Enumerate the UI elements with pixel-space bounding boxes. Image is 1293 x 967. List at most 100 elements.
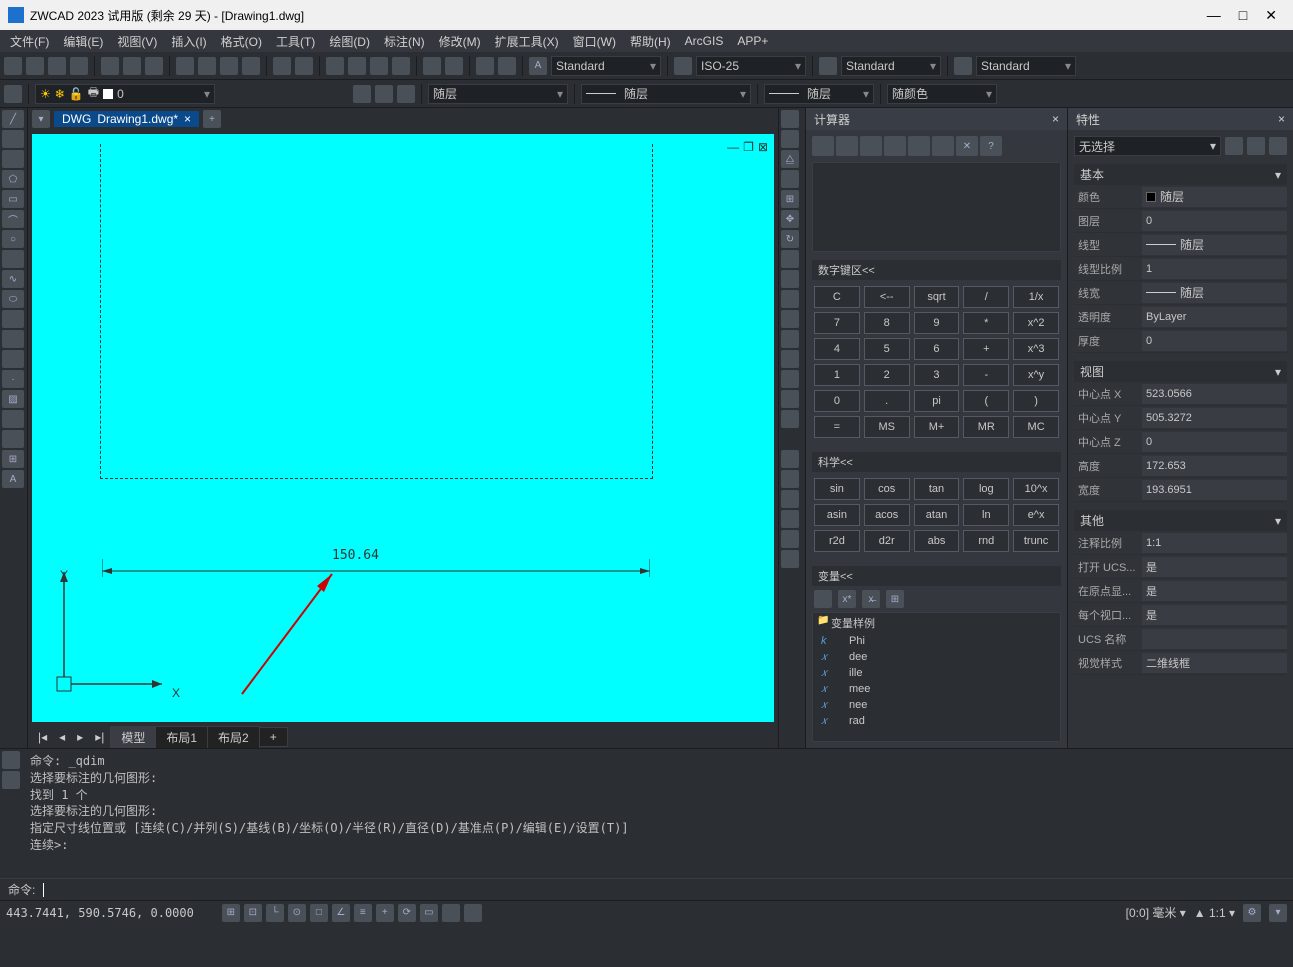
calc-key-sqrt[interactable]: sqrt — [914, 286, 960, 308]
var-item-dee[interactable]: dee — [813, 649, 1060, 665]
tool-palette-icon[interactable] — [476, 57, 494, 75]
cmd-history-icon[interactable] — [2, 751, 20, 769]
block-tool5-icon[interactable] — [781, 550, 799, 568]
preview-icon[interactable] — [123, 57, 141, 75]
break-icon[interactable] — [781, 330, 799, 348]
minimize-button[interactable]: — — [1207, 7, 1221, 24]
prop-ltscale[interactable]: 1 — [1142, 259, 1287, 279]
group-other[interactable]: 其他▾ — [1074, 510, 1287, 531]
block-tool4-icon[interactable] — [781, 530, 799, 548]
sb-tool-icon[interactable] — [442, 904, 460, 922]
calc-icon[interactable] — [445, 57, 463, 75]
calc-key-10^x[interactable]: 10^x — [1013, 478, 1059, 500]
calc-key-1[interactable]: 1 — [814, 364, 860, 386]
zoom-extents-icon[interactable] — [392, 57, 410, 75]
calc-key-6[interactable]: 6 — [914, 338, 960, 360]
group-basic[interactable]: 基本▾ — [1074, 164, 1287, 185]
calc-key-)[interactable]: ) — [1013, 390, 1059, 412]
color-combo[interactable]: 随层▾ — [428, 84, 568, 104]
block-make-icon[interactable] — [2, 350, 24, 368]
open-icon[interactable] — [26, 57, 44, 75]
calc-key-pi[interactable]: pi — [914, 390, 960, 412]
erase-icon[interactable] — [781, 110, 799, 128]
calc-key-atan[interactable]: atan — [914, 504, 960, 526]
cycle-icon[interactable]: ⟳ — [398, 904, 416, 922]
tab-model[interactable]: 模型 — [110, 726, 156, 749]
point-icon[interactable]: · — [2, 370, 24, 388]
layer-prev-icon[interactable] — [353, 85, 371, 103]
plot-icon[interactable] — [101, 57, 119, 75]
calc-key-*[interactable]: * — [963, 312, 1009, 334]
menu-insert[interactable]: 插入(I) — [165, 31, 212, 52]
tablestyle-combo[interactable]: Standard▾ — [841, 56, 941, 76]
doc-minimize-icon[interactable]: — — [727, 140, 739, 154]
calc-close-icon[interactable]: × — [1052, 112, 1059, 126]
calc-key-acos[interactable]: acos — [864, 504, 910, 526]
calc-key-1/x[interactable]: 1/x — [1013, 286, 1059, 308]
menu-tools[interactable]: 工具(T) — [270, 31, 321, 52]
prop-center-z[interactable]: 0 — [1142, 432, 1287, 452]
var-delete-icon[interactable]: x̶ — [862, 590, 880, 608]
var-item-rad[interactable]: rad — [813, 713, 1060, 729]
scale-icon[interactable] — [781, 250, 799, 268]
coords-display[interactable]: 443.7441, 590.5746, 0.0000 — [6, 906, 194, 920]
circle-icon[interactable]: ○ — [2, 230, 24, 248]
sb-tool2-icon[interactable] — [464, 904, 482, 922]
calc-key-<--[interactable]: <-- — [864, 286, 910, 308]
select-obj-icon[interactable] — [1247, 137, 1265, 155]
menu-app[interactable]: APP+ — [731, 32, 774, 50]
prop-center-x[interactable]: 523.0566 — [1142, 384, 1287, 404]
region-icon[interactable] — [2, 430, 24, 448]
calc-key-e^x[interactable]: e^x — [1013, 504, 1059, 526]
copy-obj-icon[interactable] — [781, 130, 799, 148]
calc-key-MS[interactable]: MS — [864, 416, 910, 438]
menu-window[interactable]: 窗口(W) — [567, 31, 622, 52]
var-item-nee[interactable]: nee — [813, 697, 1060, 713]
polyline-icon[interactable] — [2, 150, 24, 168]
calc-key--[interactable]: - — [963, 364, 1009, 386]
command-prompt[interactable]: 命令: — [0, 878, 1293, 900]
join-icon[interactable] — [781, 350, 799, 368]
calc-key-rnd[interactable]: rnd — [963, 530, 1009, 552]
redo-icon[interactable] — [295, 57, 313, 75]
var-edit-icon[interactable]: x* — [838, 590, 856, 608]
calc-key-9[interactable]: 9 — [914, 312, 960, 334]
tab-menu-icon[interactable]: ▾ — [32, 110, 50, 128]
calc-key-log[interactable]: log — [963, 478, 1009, 500]
zoom-window-icon[interactable] — [370, 57, 388, 75]
spline-icon[interactable]: ∿ — [2, 270, 24, 288]
block-tool2-icon[interactable] — [781, 490, 799, 508]
calc-key-+[interactable]: + — [963, 338, 1009, 360]
gradient-icon[interactable] — [2, 410, 24, 428]
close-button[interactable]: ✕ — [1265, 7, 1277, 24]
prop-ucs-name[interactable] — [1142, 629, 1287, 649]
calc-key-cos[interactable]: cos — [864, 478, 910, 500]
textstyle-icon[interactable]: A — [529, 57, 547, 75]
prop-per-vp[interactable]: 是 — [1142, 605, 1287, 625]
layer-combo[interactable]: ☀❄🔓🖶 0▾ — [35, 84, 215, 104]
save-icon[interactable] — [48, 57, 66, 75]
lineweight-combo[interactable]: 随层▾ — [764, 84, 874, 104]
revcloud-icon[interactable] — [2, 250, 24, 268]
mleaderstyle-icon[interactable] — [954, 57, 972, 75]
calc-help-icon[interactable]: ? — [980, 136, 1002, 156]
move-icon[interactable]: ✥ — [781, 210, 799, 228]
cut-icon[interactable] — [176, 57, 194, 75]
line-icon[interactable]: ╱ — [2, 110, 24, 128]
menu-file[interactable]: 文件(F) — [4, 31, 55, 52]
polygon-icon[interactable]: ⬠ — [2, 170, 24, 188]
calc-key-x^3[interactable]: x^3 — [1013, 338, 1059, 360]
properties-icon[interactable] — [423, 57, 441, 75]
calc-key-tan[interactable]: tan — [914, 478, 960, 500]
calc-key-sin[interactable]: sin — [814, 478, 860, 500]
calc-key-C[interactable]: C — [814, 286, 860, 308]
doc-restore-icon[interactable]: ❐ — [743, 140, 754, 154]
menu-help[interactable]: 帮助(H) — [624, 31, 677, 52]
calc-angle-icon[interactable] — [932, 136, 954, 156]
tablestyle-icon[interactable] — [819, 57, 837, 75]
ortho-icon[interactable]: └ — [266, 904, 284, 922]
var-new-icon[interactable] — [814, 590, 832, 608]
menu-edit[interactable]: 编辑(E) — [57, 31, 109, 52]
menu-draw[interactable]: 绘图(D) — [323, 31, 376, 52]
dimstyle-icon[interactable] — [674, 57, 692, 75]
